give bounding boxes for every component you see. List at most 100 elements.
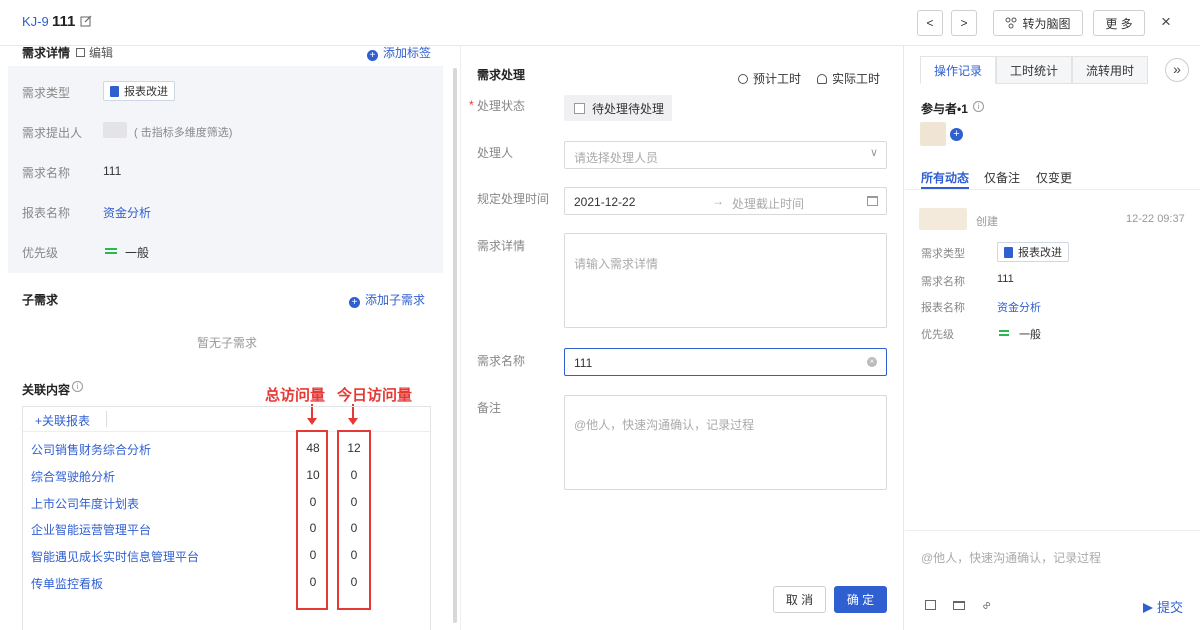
date-end[interactable]: 处理截止时间 — [732, 195, 804, 212]
log-name-value: 111 — [997, 273, 1014, 285]
page-title: 111 — [52, 13, 76, 30]
date-start[interactable]: 2021-12-22 — [574, 195, 635, 209]
annotation-today: 今日访问量 — [337, 387, 413, 404]
edit-icon — [76, 48, 85, 57]
add-related-report-button[interactable]: +关联报表 — [35, 412, 90, 429]
link-icon[interactable]: ∞ — [978, 597, 994, 613]
date-range-picker[interactable]: 2021-12-22 → 处理截止时间 — [564, 187, 887, 215]
info-icon: i — [72, 381, 83, 392]
tab-flow-time[interactable]: 流转用时 — [1072, 56, 1148, 84]
related-report-link[interactable]: 综合驾驶舱分析 — [31, 468, 115, 485]
process-panel: 需求处理 预计工时 实际工时 * 处理状态 待处理待处理 处理人 请选择处理人员… — [460, 46, 904, 630]
related-report-link[interactable]: 企业智能运营管理平台 — [31, 521, 151, 538]
priority-normal-icon — [105, 248, 117, 254]
mindmap-icon — [1005, 17, 1017, 29]
cancel-button[interactable]: 取 消 — [773, 586, 826, 613]
dialog-header: KJ-9 111 < > 转为脑图 更 多 × — [0, 0, 1200, 46]
type-tag: 报表改进 — [103, 81, 175, 101]
send-icon — [1143, 603, 1153, 613]
chevron-down-icon: ∨ — [870, 147, 879, 159]
detail-label: 需求详情 — [477, 239, 526, 253]
left-panel: 需求详情 编辑 + 添加标签 需求类型 报表改进 需求提出人 ( 击指标多维度筛选… — [0, 46, 452, 630]
filter-all[interactable]: 所有动态 — [921, 169, 969, 186]
related-report-link[interactable]: 上市公司年度计划表 — [31, 495, 139, 512]
participants-title: 参与者•1 — [921, 102, 968, 116]
priority-value: 一般 — [125, 246, 150, 260]
creator-avatar — [919, 208, 967, 230]
tab-hours-stats[interactable]: 工时统计 — [996, 56, 1072, 84]
log-name-label: 需求名称 — [921, 276, 965, 288]
filter-changes[interactable]: 仅变更 — [1036, 169, 1072, 186]
related-report-link[interactable]: 智能遇见成长实时信息管理平台 — [31, 548, 199, 565]
comment-input[interactable]: @他人，快速沟通确认，记录过程 — [921, 549, 1101, 566]
created-time: 12-22 09:37 — [1126, 213, 1185, 225]
related-report-link[interactable]: 传单监控看板 — [31, 575, 103, 592]
image-icon[interactable] — [925, 600, 936, 610]
report-link[interactable]: 资金分析 — [103, 204, 151, 221]
mindmap-button[interactable]: 转为脑图 — [993, 10, 1083, 36]
doc-icon — [110, 86, 119, 97]
related-section-title: 关联内容 — [22, 383, 71, 397]
activity-panel: 操作记录 工时统计 流转用时 » 参与者•1 i + 所有动态 仅备注 仅变更 … — [905, 46, 1200, 630]
today-highlight-box — [337, 430, 371, 610]
expand-icon[interactable]: » — [1165, 58, 1189, 82]
name-value: 111 — [103, 164, 122, 178]
handler-select[interactable]: 请选择处理人员 ∨ — [564, 141, 887, 169]
status-select[interactable]: 待处理待处理 — [564, 95, 672, 121]
tab-operation-log[interactable]: 操作记录 — [920, 56, 996, 84]
name-label: 需求名称 — [22, 166, 71, 180]
more-button[interactable]: 更 多 — [1093, 10, 1145, 36]
participant-avatar — [920, 122, 946, 146]
est-time-button[interactable]: 预计工时 — [738, 70, 801, 87]
log-report-label: 报表名称 — [921, 302, 965, 314]
priority-label: 优先级 — [22, 246, 59, 260]
log-report-link[interactable]: 资金分析 — [997, 299, 1041, 315]
filter-notes[interactable]: 仅备注 — [984, 169, 1020, 186]
confirm-button[interactable]: 确 定 — [834, 586, 887, 613]
status-label: 处理状态 — [477, 99, 526, 113]
detail-textarea[interactable]: 请输入需求详情 — [564, 233, 887, 328]
proposer-label: 需求提出人 — [22, 126, 83, 140]
handler-label: 处理人 — [477, 146, 514, 160]
req-name-input[interactable]: 111 × — [564, 348, 887, 376]
clear-icon[interactable]: × — [867, 357, 877, 367]
prev-button[interactable]: < — [917, 10, 943, 36]
clock-icon — [738, 74, 748, 84]
add-sub-button[interactable]: + 添加子需求 — [349, 291, 425, 308]
log-priority-label: 优先级 — [921, 329, 954, 341]
total-highlight-box — [296, 430, 328, 610]
left-scrollbar[interactable] — [453, 68, 457, 623]
checkbox-icon — [574, 102, 585, 114]
sub-empty-text: 暂无子需求 — [197, 336, 258, 350]
filter-divider — [905, 189, 1200, 190]
doc-icon — [1004, 247, 1013, 258]
add-participant-icon[interactable]: + — [950, 128, 963, 141]
note-label: 备注 — [477, 401, 502, 415]
log-type-tag: 报表改进 — [997, 242, 1069, 262]
comment-divider — [905, 530, 1200, 531]
add-tag-button[interactable]: + 添加标签 — [367, 44, 431, 61]
folder-icon[interactable] — [953, 601, 965, 610]
detail-info-panel: 需求类型 报表改进 需求提出人 ( 击指标多维度筛选) 需求名称 111 报表名… — [8, 66, 443, 273]
proposer-note: ( 击指标多维度筛选) — [134, 127, 233, 139]
edit-title-icon[interactable] — [80, 15, 92, 27]
toolbar-divider — [106, 411, 107, 427]
next-button[interactable]: > — [951, 10, 977, 36]
annotation-total: 总访问量 — [265, 387, 326, 404]
close-icon[interactable]: × — [1161, 12, 1171, 32]
submit-button[interactable]: 提交 — [1143, 597, 1183, 616]
arrow-right-icon: → — [712, 194, 724, 208]
plus-circle-icon: + — [367, 50, 378, 61]
info-icon: i — [973, 101, 984, 112]
requirement-detail-dialog: KJ-9 111 < > 转为脑图 更 多 × 需求详情 编辑 + 添加标签 需求… — [0, 0, 1200, 630]
person-icon — [817, 74, 827, 84]
requirement-code: KJ-9 — [22, 14, 49, 29]
req-name-label: 需求名称 — [477, 354, 526, 368]
log-priority-value: 一般 — [1019, 329, 1041, 341]
detail-edit-link[interactable]: 编辑 — [76, 44, 113, 61]
type-label: 需求类型 — [22, 86, 71, 100]
process-title: 需求处理 — [477, 68, 526, 82]
note-textarea[interactable]: @他人，快速沟通确认，记录过程 — [564, 395, 887, 490]
related-report-link[interactable]: 公司销售财务综合分析 — [31, 441, 151, 458]
actual-time-button[interactable]: 实际工时 — [817, 70, 880, 87]
